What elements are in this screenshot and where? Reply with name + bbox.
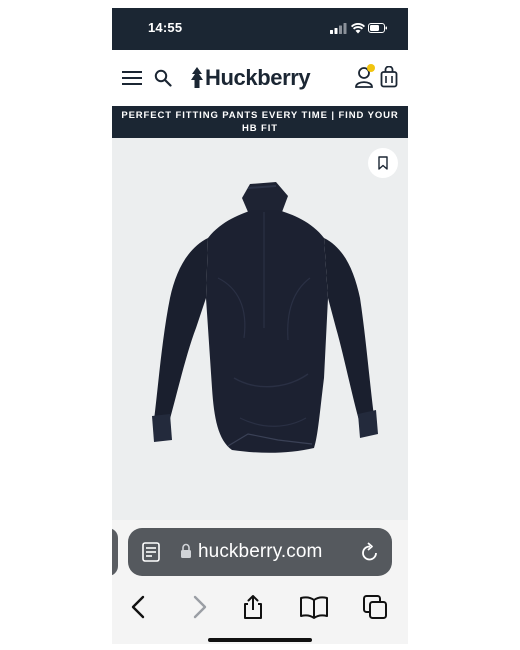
tree-logo-icon — [191, 67, 203, 88]
browser-toolbar — [112, 590, 408, 624]
lock-icon — [181, 543, 191, 558]
status-icons — [330, 22, 388, 34]
browser-bottom-bar: huckberry.com — [112, 520, 408, 644]
promo-banner-text: PERFECT FITTING PANTS EVERY TIME | FIND … — [121, 110, 399, 134]
notification-badge — [367, 64, 375, 72]
product-image-area[interactable] — [112, 138, 408, 520]
share-icon[interactable] — [240, 594, 266, 620]
forward-icon[interactable] — [186, 594, 212, 620]
bag-icon[interactable] — [380, 66, 398, 88]
address-bar[interactable]: huckberry.com — [128, 528, 392, 576]
reader-icon[interactable] — [142, 542, 160, 562]
brand-logo[interactable]: Huckberry — [190, 64, 311, 92]
site-header: Huckberry — [112, 50, 408, 106]
status-bar: 14:55 — [112, 8, 408, 50]
brand-name: Huckberry — [205, 65, 311, 90]
battery-icon — [368, 23, 387, 33]
search-icon[interactable] — [154, 69, 172, 87]
status-time: 14:55 — [148, 20, 183, 35]
tabs-icon[interactable] — [362, 594, 388, 620]
wifi-icon — [350, 23, 366, 34]
phone-screen: 14:55 Huckberry PERFECT FITTING PANTS EV… — [112, 8, 408, 644]
reload-icon[interactable] — [360, 541, 380, 563]
bookmark-button[interactable] — [368, 148, 398, 178]
bookmark-icon — [378, 156, 388, 170]
cellular-signal-icon — [330, 23, 347, 34]
product-jacket-image — [152, 182, 378, 453]
menu-icon[interactable] — [122, 70, 142, 86]
promo-banner[interactable]: PERFECT FITTING PANTS EVERY TIME | FIND … — [112, 106, 408, 138]
bookmarks-icon[interactable] — [299, 594, 329, 620]
previous-tab-preview[interactable] — [112, 528, 118, 576]
back-icon[interactable] — [126, 594, 152, 620]
url-text: huckberry.com — [198, 541, 323, 562]
home-indicator — [208, 638, 312, 642]
